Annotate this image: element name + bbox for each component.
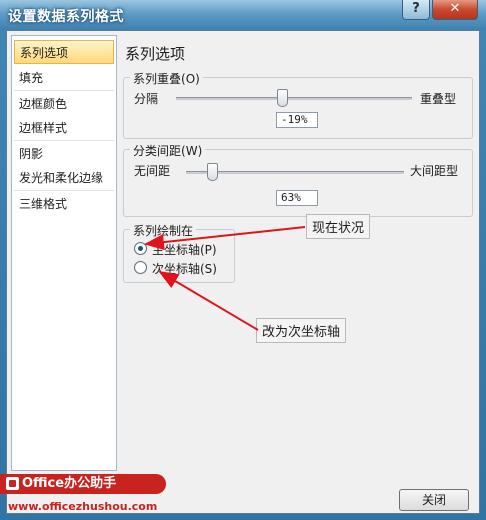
overlap-slider-track[interactable]	[176, 97, 412, 100]
nav-item-series-options[interactable]: 系列选项	[14, 40, 114, 64]
nav-item-border-style[interactable]: 边框样式	[14, 116, 114, 140]
overlap-value-input[interactable]: -19%	[276, 112, 318, 128]
gap-min-label: 无间距	[134, 164, 171, 178]
nav-item-glow-soft-edges[interactable]: 发光和柔化边缘	[14, 166, 114, 190]
plot-on-label: 系列绘制在	[130, 222, 197, 239]
overlap-slider-thumb[interactable]	[277, 89, 289, 107]
nav-divider	[14, 190, 114, 191]
gap-group-label: 分类间距(W)	[130, 142, 206, 159]
title-bar[interactable]: 设置数据系列格式 ? ✕	[0, 0, 486, 30]
nav-item-border-color[interactable]: 边框颜色	[14, 92, 114, 116]
primary-axis-radio[interactable]	[134, 242, 147, 255]
help-button[interactable]: ?	[402, 0, 430, 20]
gap-value-input[interactable]: 63%	[276, 190, 318, 206]
gap-max-label: 大间距型	[410, 164, 459, 178]
overlap-group-label: 系列重叠(O)	[130, 70, 203, 87]
section-title: 系列选项	[125, 45, 186, 63]
watermark-brand: Office办公助手	[22, 476, 117, 491]
nav-divider	[14, 90, 114, 91]
help-icon: ?	[412, 1, 420, 16]
options-panel: 系列选项 系列重叠(O) 分隔 重叠型 -19% 分类间距(W) 无间距 大间距…	[121, 35, 477, 471]
nav-item-3d-format[interactable]: 三维格式	[14, 192, 114, 216]
gap-slider-thumb[interactable]	[207, 163, 219, 181]
overlap-group: 系列重叠(O) 分隔 重叠型 -19%	[123, 70, 473, 139]
dialog-body: 系列选项 填充 边框颜色 边框样式 阴影 发光和柔化边缘 三维格式 系列选项 系…	[6, 30, 480, 514]
nav-item-shadow[interactable]: 阴影	[14, 142, 114, 166]
nav-divider	[14, 140, 114, 141]
overlap-hotkey: (O)	[181, 72, 200, 86]
secondary-axis-label[interactable]: 次坐标轴(S)	[152, 260, 217, 277]
category-list: 系列选项 填充 边框颜色 边框样式 阴影 发光和柔化边缘 三维格式	[11, 35, 117, 471]
overlap-max-label: 重叠型	[420, 92, 457, 106]
close-icon: ✕	[449, 1, 461, 16]
gap-hotkey: (W)	[181, 144, 203, 158]
window-close-button[interactable]: ✕	[432, 0, 478, 20]
gap-group: 分类间距(W) 无间距 大间距型 63%	[123, 142, 473, 217]
close-button[interactable]: 关闭	[399, 489, 469, 511]
office-logo-icon	[6, 477, 19, 490]
callout-change-to-secondary: 改为次坐标轴	[256, 318, 347, 343]
primary-axis-label[interactable]: 主坐标轴(P)	[152, 241, 217, 258]
dialog-title: 设置数据系列格式	[8, 9, 124, 25]
callout-current-state: 现在状况	[306, 214, 371, 239]
gap-label: 分类间距	[133, 144, 182, 158]
watermark-logo: Office办公助手	[0, 474, 166, 494]
dialog-window: 设置数据系列格式 ? ✕ 系列选项 填充 边框颜色 边框样式 阴影 发光和柔化边…	[0, 0, 486, 520]
overlap-min-label: 分隔	[134, 92, 159, 106]
overlap-label: 系列重叠	[133, 72, 182, 86]
watermark-site: www.officezhushou.com	[8, 500, 158, 513]
gap-slider-track[interactable]	[186, 171, 404, 174]
secondary-axis-radio[interactable]	[134, 261, 147, 274]
nav-item-fill[interactable]: 填充	[14, 66, 114, 90]
plot-on-group: 系列绘制在 主坐标轴(P) 次坐标轴(S)	[123, 222, 235, 283]
